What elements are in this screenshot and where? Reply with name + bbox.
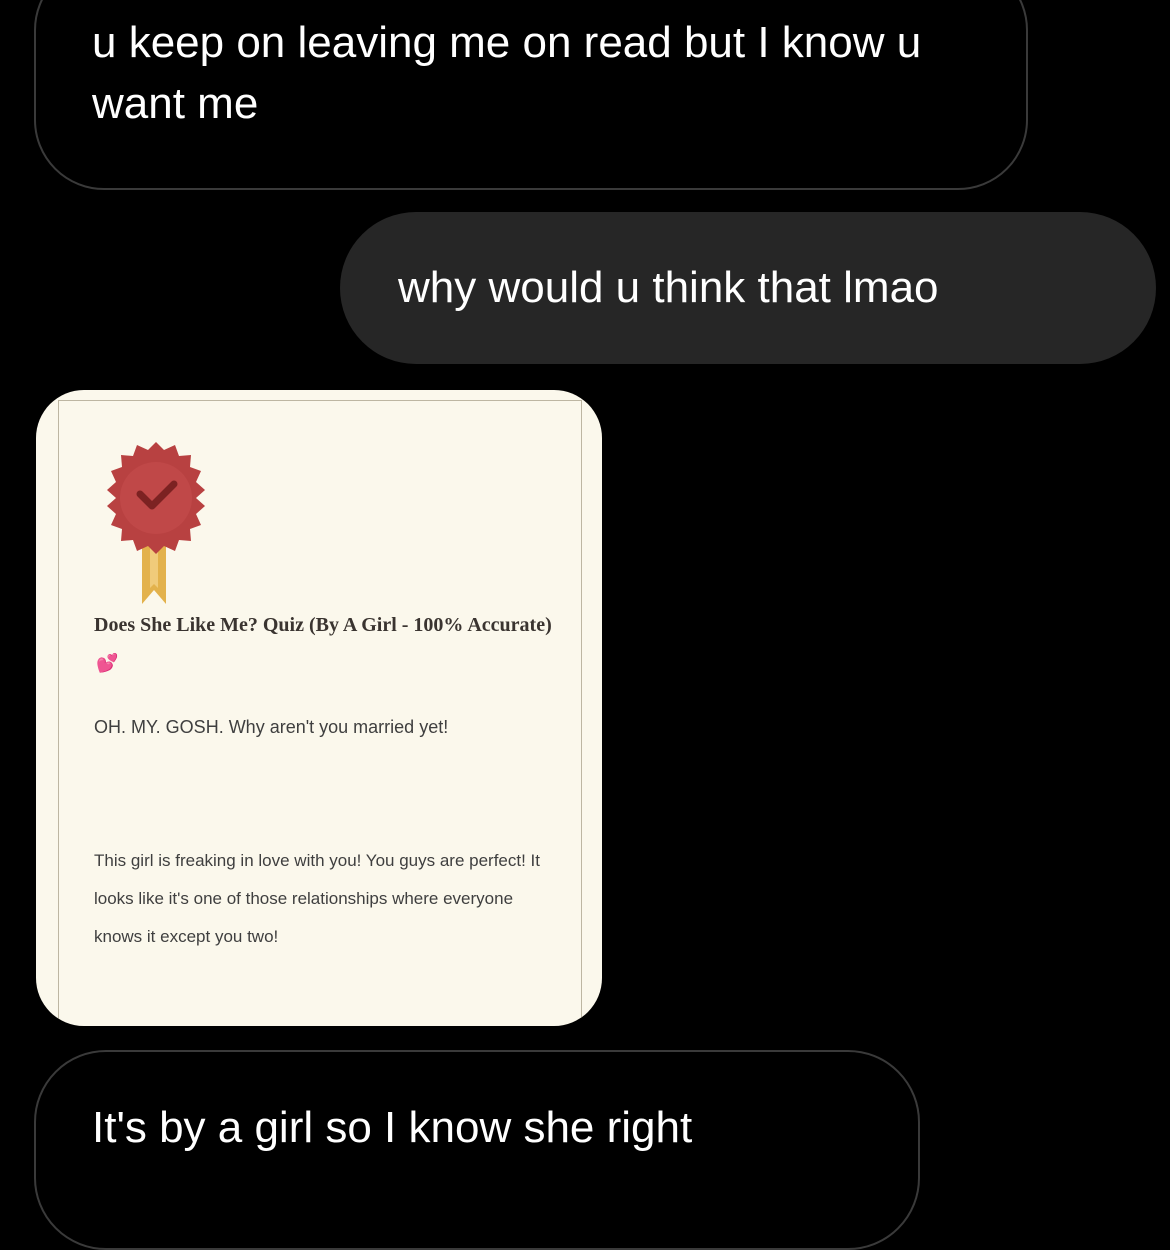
message-text: u keep on leaving me on read but I know … xyxy=(92,18,922,128)
incoming-message-bubble[interactable]: u keep on leaving me on read but I know … xyxy=(34,0,1028,190)
heart-emoji-icon: 💕 xyxy=(96,653,119,673)
award-ribbon-check-icon xyxy=(107,442,205,604)
message-text: why would u think that lmao xyxy=(398,263,939,312)
quiz-title-text: Does She Like Me? Quiz (By A Girl - 100%… xyxy=(94,614,552,636)
shared-image-message[interactable]: Does She Like Me? Quiz (By A Girl - 100%… xyxy=(36,390,602,1026)
quiz-result-description: This girl is freaking in love with you! … xyxy=(94,851,541,946)
message-text: It's by a girl so I know she right xyxy=(92,1103,693,1152)
incoming-message-bubble[interactable]: It's by a girl so I know she right xyxy=(34,1050,920,1250)
quiz-result-heading: OH. MY. GOSH. Why aren't you married yet… xyxy=(94,717,449,737)
outgoing-message-bubble[interactable]: why would u think that lmao xyxy=(340,212,1156,364)
quiz-title: Does She Like Me? Quiz (By A Girl - 100%… xyxy=(94,606,554,682)
